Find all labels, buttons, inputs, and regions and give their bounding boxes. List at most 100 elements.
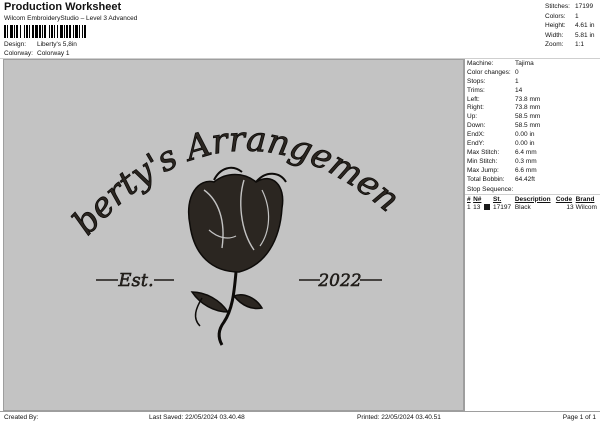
summary-height: Height: 4.61 in bbox=[545, 22, 595, 29]
property-value: 14 bbox=[515, 86, 523, 94]
design-label: Design: bbox=[4, 41, 27, 48]
property-row: Max Jump: 6.6 mm bbox=[467, 167, 598, 176]
col-brand: Brand bbox=[575, 195, 595, 203]
col-description: Description bbox=[514, 195, 551, 203]
row-code: 13 bbox=[566, 204, 574, 211]
barcode-bar bbox=[60, 25, 63, 38]
design-value: Liberty's 5,8in bbox=[37, 41, 77, 48]
property-row: Machine: Tajima bbox=[467, 60, 598, 69]
summary-panel: Stitches: 17199 Colors: 1 Height: 4.61 in W… bbox=[545, 2, 598, 50]
property-label: Machine: bbox=[467, 60, 494, 67]
row-brand: Wilcom bbox=[575, 204, 597, 211]
col-stitches: St. bbox=[493, 195, 502, 203]
colorway-value: Colorway 1 bbox=[37, 50, 70, 57]
barcode-bar bbox=[84, 25, 86, 38]
property-row: Trims: 14 bbox=[467, 87, 598, 96]
barcode-bar bbox=[57, 25, 58, 38]
summary-stitches: Stitches: 17199 bbox=[545, 3, 594, 10]
barcode-bar bbox=[73, 25, 74, 38]
page-title: Production Worksheet bbox=[4, 1, 122, 13]
property-label: Stops: bbox=[467, 77, 486, 85]
design-row: Design: Liberty's 5,8in bbox=[4, 41, 77, 48]
barcode-bar bbox=[26, 25, 28, 38]
summary-width: Width: 5.81 in bbox=[545, 31, 595, 39]
property-label: Total Bobbin: bbox=[467, 175, 505, 183]
last-saved: Last Saved: 22/05/2024 03.40.48 bbox=[149, 414, 245, 421]
barcode-bar bbox=[64, 25, 65, 38]
design-preview: Liberty's Arrangements Est. 2022 bbox=[0, 29, 464, 411]
stop-sequence-header: # N# St. Description Code Brand bbox=[466, 195, 600, 203]
property-row: Up: 58.5 mm bbox=[467, 113, 598, 122]
property-value: 6.4 mm bbox=[515, 148, 537, 156]
created-by: Created By: bbox=[4, 414, 39, 421]
barcode-bar bbox=[82, 25, 83, 38]
property-label: Max Stitch: bbox=[467, 148, 500, 156]
property-label: Left: bbox=[467, 95, 480, 103]
embroidery-design: Liberty's Arrangements Est. 2022 bbox=[0, 29, 408, 346]
barcode-bar bbox=[54, 25, 55, 38]
property-value: 0.00 in bbox=[515, 131, 535, 139]
barcode-bar bbox=[79, 25, 80, 38]
property-label: Down: bbox=[467, 122, 486, 130]
property-label: Min Stitch: bbox=[467, 157, 498, 165]
machine-properties: Machine: Tajima Color changes: 0 Stops: 1 Trim… bbox=[467, 60, 598, 184]
property-label: EndY: bbox=[467, 140, 485, 148]
property-value: 73.8 mm bbox=[515, 104, 541, 112]
barcode-bar bbox=[75, 25, 78, 38]
table-row: 1 13 17197 Black 13 Wilcom bbox=[466, 203, 600, 212]
property-label: Right: bbox=[467, 104, 484, 112]
property-label: Up: bbox=[467, 113, 478, 121]
barcode-bar bbox=[29, 25, 30, 38]
property-row: Down: 58.5 mm bbox=[467, 122, 598, 131]
property-label: Color changes: bbox=[467, 68, 511, 76]
property-label: Max Jump: bbox=[467, 166, 499, 174]
barcode-bar bbox=[51, 25, 53, 38]
property-row: Right: 73.8 mm bbox=[467, 104, 598, 113]
barcode-bar bbox=[69, 25, 71, 38]
col-needle: N# bbox=[473, 195, 482, 203]
property-value: 1 bbox=[515, 77, 519, 85]
property-row: Min Stitch: 0.3 mm bbox=[467, 158, 598, 167]
property-label: Trims: bbox=[467, 86, 485, 94]
year-text: 2022 bbox=[317, 271, 361, 291]
barcode-bar bbox=[24, 25, 25, 38]
printed-date: Printed: 22/05/2024 03.40.51 bbox=[357, 414, 441, 421]
row-needle: 13 bbox=[473, 204, 481, 211]
barcode-bar bbox=[35, 25, 38, 38]
col-swatch bbox=[483, 195, 492, 203]
barcode-bar bbox=[4, 25, 6, 38]
page-number: Page 1 of 1 bbox=[562, 414, 596, 421]
property-value: 0.3 mm bbox=[515, 157, 537, 165]
software-subtitle: Wilcom EmbroideryStudio – Level 3 Advanc… bbox=[4, 15, 138, 22]
summary-zoom: Zoom: 1:1 bbox=[545, 41, 585, 48]
barcode-bar bbox=[20, 25, 21, 38]
barcode-bar bbox=[16, 25, 18, 38]
footer: Created By: Last Saved: 22/05/2024 03.40… bbox=[0, 411, 600, 424]
property-value: 0.00 in bbox=[515, 140, 535, 148]
property-label: EndX: bbox=[467, 131, 485, 139]
barcode-bar bbox=[39, 25, 41, 38]
property-value: 58.5 mm bbox=[515, 122, 541, 130]
property-row: Total Bobbin: 64.42ft bbox=[467, 176, 598, 185]
property-value: 58.5 mm bbox=[515, 113, 541, 121]
est-text: Est. bbox=[117, 270, 153, 291]
barcode-bar bbox=[49, 25, 50, 38]
property-value: 6.6 mm bbox=[515, 166, 537, 174]
colorway-label: Colorway: bbox=[4, 50, 33, 57]
col-code: Code bbox=[555, 195, 573, 203]
property-value: 73.8 mm bbox=[515, 95, 541, 103]
rose-icon bbox=[187, 166, 287, 346]
stop-sequence-table: # N# St. Description Code Brand 1 13 171… bbox=[466, 195, 600, 212]
barcode-bar bbox=[32, 25, 34, 38]
barcode-bar bbox=[42, 25, 43, 38]
colorway-row: Colorway: Colorway 1 bbox=[4, 50, 70, 57]
property-row: Max Stitch: 6.4 mm bbox=[467, 149, 598, 158]
color-swatch bbox=[484, 204, 491, 210]
barcode-bar bbox=[10, 25, 13, 38]
stop-sequence-title: Stop Sequence: bbox=[467, 186, 514, 193]
row-swatch bbox=[483, 203, 492, 212]
property-row: Stops: 1 bbox=[467, 78, 598, 87]
row-description: Black bbox=[514, 204, 531, 211]
property-value: 0 bbox=[515, 68, 519, 76]
panel-divider bbox=[464, 59, 465, 411]
